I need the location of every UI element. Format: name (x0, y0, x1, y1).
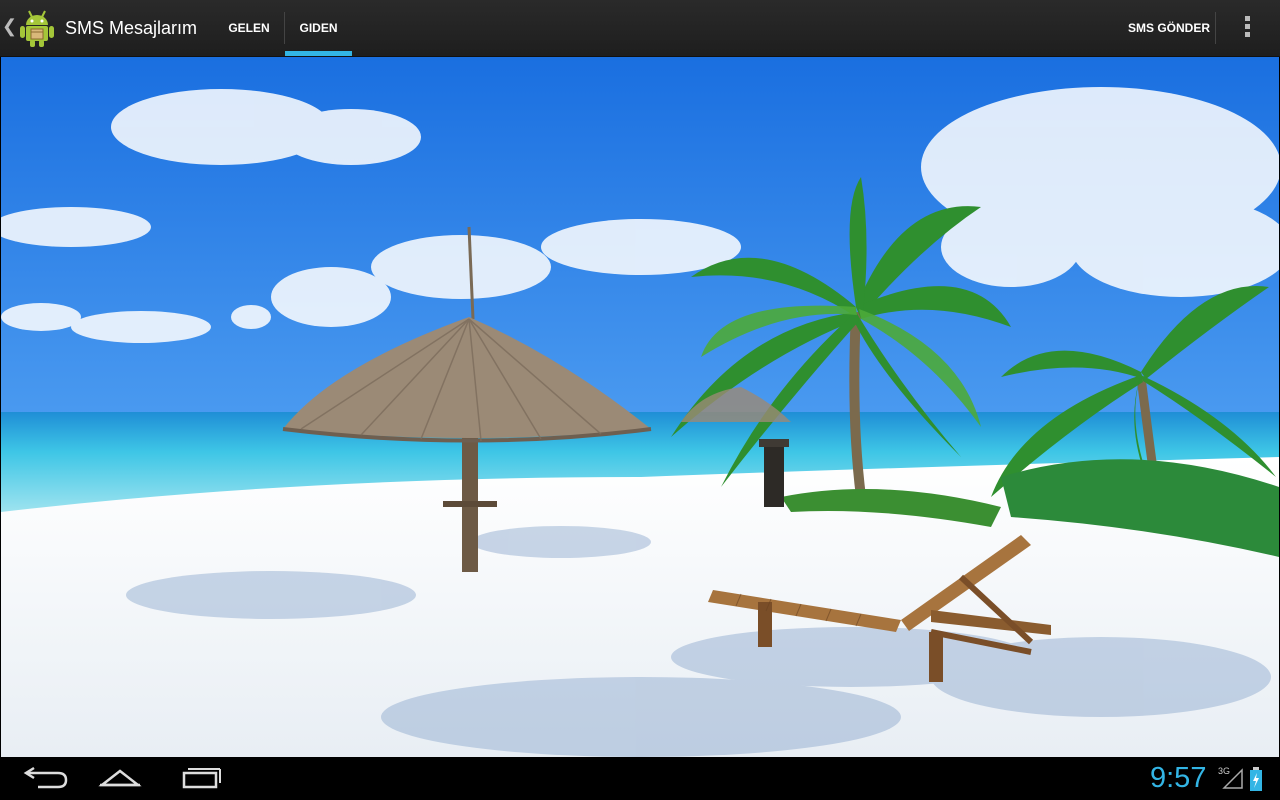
up-chevron-icon[interactable]: ❮ (2, 16, 17, 36)
android-icon[interactable] (18, 8, 56, 48)
battery-charging-icon (1250, 767, 1262, 791)
status-clock: 9:57 (1150, 762, 1207, 794)
signal-icon (1222, 768, 1243, 789)
tab-giden[interactable]: GIDEN (285, 0, 352, 56)
beach-image (1, 57, 1279, 757)
home-icon[interactable] (90, 763, 150, 793)
tab-gelen[interactable]: GELEN (214, 0, 284, 56)
action-divider (1215, 12, 1216, 44)
system-bar: 9:57 3G (0, 757, 1280, 800)
overflow-menu-icon[interactable] (1232, 16, 1262, 42)
action-bar: ❮ SMS Mesajlarım GELEN GIDEN SMS GÖNDER (0, 0, 1280, 57)
recent-apps-icon[interactable] (170, 763, 230, 793)
sms-send-button[interactable]: SMS GÖNDER (1120, 0, 1218, 56)
selected-tab-indicator (285, 51, 352, 56)
back-icon[interactable] (12, 763, 72, 793)
app-title: SMS Mesajlarım (65, 18, 198, 38)
